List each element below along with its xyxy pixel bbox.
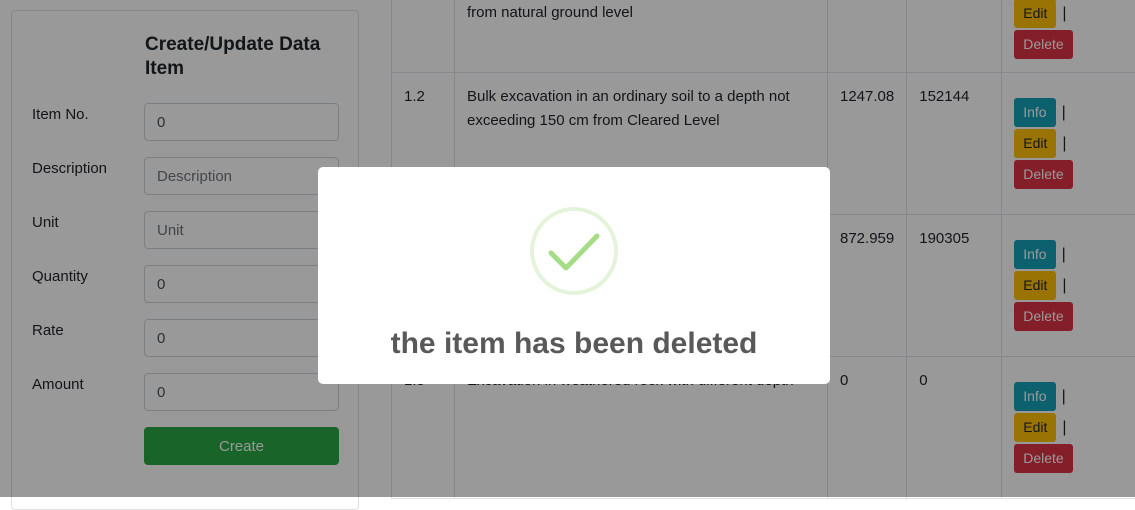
success-check-icon [529,206,619,296]
alert-message: the item has been deleted [318,327,830,361]
alert-modal: the item has been deleted [318,167,830,384]
